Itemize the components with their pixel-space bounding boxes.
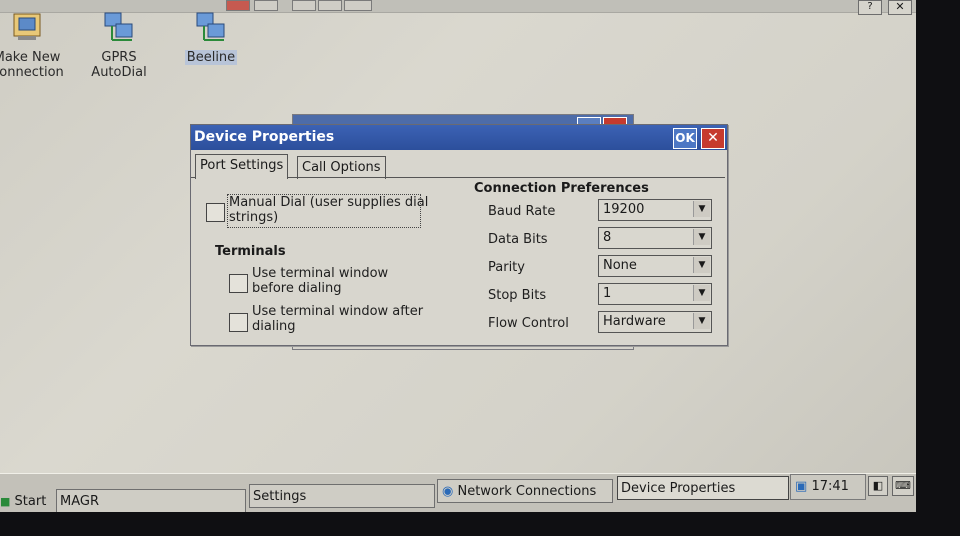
- chevron-down-icon[interactable]: ▼: [693, 229, 710, 245]
- device-properties-dialog: Device Properties OK ✕ Port Settings Cal…: [190, 124, 728, 346]
- taskbar-item-magr[interactable]: MAGR: [56, 489, 246, 512]
- connection-wizard-icon: [13, 13, 41, 40]
- terminal-after-dialing-checkbox[interactable]: [229, 313, 248, 332]
- data-bits-value: 8: [603, 230, 612, 245]
- windows-logo-icon: ■: [0, 495, 11, 508]
- connection-preferences-heading: Connection Preferences: [474, 181, 649, 196]
- data-bits-label: Data Bits: [488, 232, 548, 247]
- flow-control-value: Hardware: [603, 314, 666, 329]
- tab-call-options[interactable]: Call Options: [297, 156, 386, 179]
- top-button[interactable]: [344, 0, 372, 11]
- terminal-after-dialing-label[interactable]: Use terminal window after dialing: [252, 304, 423, 334]
- chevron-down-icon[interactable]: ▼: [693, 201, 710, 217]
- terminal-before-dialing-label[interactable]: Use terminal window before dialing: [252, 266, 388, 296]
- icon-label-line2: Connection: [0, 65, 64, 80]
- close-icon[interactable]: ✕: [888, 0, 912, 15]
- top-button[interactable]: [254, 0, 278, 11]
- network-connection-icon: [104, 12, 133, 41]
- stop-bits-select[interactable]: 1 ▼: [598, 283, 712, 305]
- start-button[interactable]: ■ Start: [0, 492, 54, 512]
- icon-label-selected: Beeline: [184, 50, 238, 65]
- screen: ? ✕ Make New Connection GPRS AutoDial Be…: [0, 0, 916, 512]
- chevron-down-icon[interactable]: ▼: [693, 285, 710, 301]
- icon-label-line1: Make New: [0, 50, 61, 65]
- system-tray: ▣ 17:41: [790, 474, 866, 500]
- parity-select[interactable]: None ▼: [598, 255, 712, 277]
- network-tray-icon[interactable]: ▣: [791, 479, 807, 494]
- baud-rate-select[interactable]: 19200 ▼: [598, 199, 712, 221]
- icon-label-line1: GPRS: [101, 50, 137, 65]
- taskbar-item-network-connections[interactable]: ◉ Network Connections: [437, 479, 613, 503]
- dialog-title: Device Properties: [194, 129, 335, 145]
- taskbar-item-settings[interactable]: Settings: [249, 484, 435, 508]
- desktop-icon-gprs-autodial[interactable]: GPRS AutoDial: [74, 10, 164, 80]
- network-globe-icon: ◉: [442, 484, 454, 499]
- tray-extra-icons: ◧ ⌨: [866, 474, 914, 498]
- stop-bits-value: 1: [603, 286, 612, 301]
- flow-control-label: Flow Control: [488, 316, 569, 331]
- chevron-down-icon[interactable]: ▼: [693, 313, 710, 329]
- help-icon[interactable]: ?: [858, 0, 882, 15]
- icon-label-line2: AutoDial: [91, 65, 147, 80]
- flow-control-select[interactable]: Hardware ▼: [598, 311, 712, 333]
- taskbar: ■ Start MAGR Settings ◉ Network Connecti…: [0, 473, 916, 512]
- parity-value: None: [603, 258, 637, 273]
- manual-dial-checkbox[interactable]: [206, 203, 225, 222]
- close-button[interactable]: ✕: [701, 128, 725, 149]
- desktop-icon-beeline[interactable]: Beeline: [166, 10, 256, 65]
- clock[interactable]: 17:41: [811, 479, 848, 494]
- keyboard-icon[interactable]: ⌨: [892, 476, 914, 496]
- data-bits-select[interactable]: 8 ▼: [598, 227, 712, 249]
- network-connection-icon: [196, 12, 225, 41]
- desktop-icon[interactable]: ◧: [868, 476, 888, 496]
- taskbar-item-device-properties[interactable]: Device Properties: [617, 476, 789, 500]
- desktop-icon-make-new-connection[interactable]: Make New Connection: [0, 10, 72, 80]
- chevron-down-icon[interactable]: ▼: [693, 257, 710, 273]
- parity-label: Parity: [488, 260, 525, 275]
- top-button[interactable]: [318, 0, 342, 11]
- top-button[interactable]: [292, 0, 316, 11]
- port-settings-panel: Manual Dial (user supplies dial strings)…: [191, 177, 725, 344]
- tab-port-settings[interactable]: Port Settings: [195, 154, 289, 179]
- manual-dial-label[interactable]: Manual Dial (user supplies dial strings): [229, 195, 428, 225]
- baud-rate-value: 19200: [603, 202, 645, 217]
- terminals-heading: Terminals: [215, 244, 286, 259]
- baud-rate-label: Baud Rate: [488, 204, 556, 219]
- dialog-titlebar[interactable]: Device Properties OK ✕: [191, 125, 727, 150]
- ok-button[interactable]: OK: [673, 128, 697, 149]
- terminal-before-dialing-checkbox[interactable]: [229, 274, 248, 293]
- stop-bits-label: Stop Bits: [488, 288, 547, 303]
